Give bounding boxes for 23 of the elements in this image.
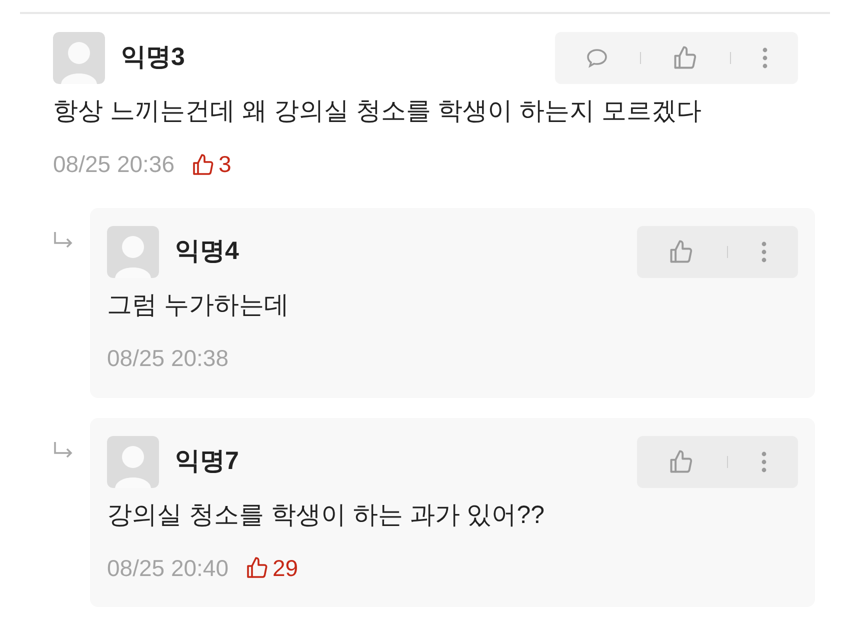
more-options-icon bbox=[761, 450, 768, 474]
comment-text: 그럼 누가하는데 bbox=[107, 290, 290, 321]
thumbs-up-icon bbox=[672, 45, 698, 71]
like-count: 3 bbox=[218, 150, 232, 180]
author-name: 익명7 bbox=[175, 446, 239, 477]
comment-time: 08/25 20:40 bbox=[107, 554, 229, 583]
speech-bubble-icon bbox=[584, 46, 609, 70]
comment-text: 항상 느끼는건데 왜 강의실 청소를 학생이 하는지 모르겠다 bbox=[53, 96, 703, 127]
comment-text: 강의실 청소를 학생이 하는 과가 있어?? bbox=[107, 500, 546, 530]
thumbs-up-icon bbox=[244, 556, 269, 580]
comment-time: 08/25 20:36 bbox=[53, 150, 175, 180]
avatar-icon bbox=[107, 226, 159, 278]
author-name: 익명3 bbox=[121, 42, 185, 74]
comment-time: 08/25 20:38 bbox=[107, 344, 229, 373]
thumbs-up-icon bbox=[668, 238, 694, 265]
more-options-icon bbox=[762, 46, 768, 70]
avatar-icon bbox=[107, 436, 159, 488]
thumbs-up-icon bbox=[668, 448, 694, 474]
like-count: 29 bbox=[272, 554, 298, 583]
more-options-icon bbox=[761, 240, 768, 264]
avatar-icon bbox=[53, 32, 105, 84]
thumbs-up-icon bbox=[190, 152, 215, 176]
author-name: 익명4 bbox=[175, 236, 239, 267]
